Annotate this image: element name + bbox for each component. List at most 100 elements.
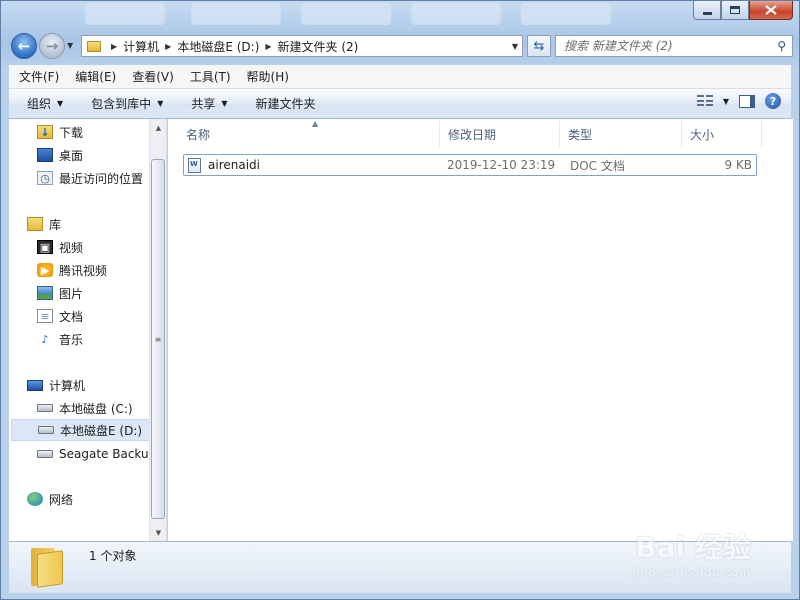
navigation-bar: ← → ▼ ▶ 计算机 ▶ 本地磁盘E (D:) ▶ 新建文件夹 (2) ▼ ⇆… xyxy=(9,31,793,61)
sidebar-item-music[interactable]: ♪ 音乐 xyxy=(37,328,166,350)
sidebar-item-documents[interactable]: ≡ 文档 xyxy=(37,305,166,327)
command-bar: 组织 ▼ 包含到库中 ▼ 共享 ▼ 新建文件夹 ▼ ? xyxy=(9,89,791,119)
watermark-brand: Bai 经验 xyxy=(635,531,751,564)
chevron-right-icon[interactable]: ▶ xyxy=(165,42,171,51)
address-dropdown[interactable]: ▼ xyxy=(508,36,522,56)
navigation-pane: ↓ 下载 桌面 ◷ 最近访问的位置 库 ▣ 视频 ▶ 腾讯视频 图片 ≡ 文档 ♪ 音乐 计… xyxy=(9,119,167,541)
organize-label: 组织 xyxy=(27,97,52,111)
recent-pages-dropdown[interactable]: ▼ xyxy=(67,41,73,50)
search-icon[interactable]: ⚲ xyxy=(777,39,786,53)
recent-places-icon: ◷ xyxy=(37,171,53,185)
chevron-right-icon[interactable]: ▶ xyxy=(111,42,117,51)
help-icon[interactable]: ? xyxy=(765,93,781,109)
minimize-icon xyxy=(702,11,712,15)
file-name: airenaidi xyxy=(208,158,260,172)
word-document-icon xyxy=(188,157,201,173)
file-type: DOC 文档 xyxy=(570,158,625,173)
share-label: 共享 xyxy=(191,97,216,111)
background-window-tab xyxy=(301,3,391,25)
menu-bar: 文件(F) 编辑(E) 查看(V) 工具(T) 帮助(H) xyxy=(9,65,791,89)
share-button[interactable]: 共享 ▼ xyxy=(183,91,237,116)
change-view-icon[interactable] xyxy=(696,95,713,107)
breadcrumb-computer[interactable]: 计算机 xyxy=(123,38,159,55)
file-size: 9 KB xyxy=(724,158,752,172)
sidebar-item-drive-d[interactable]: 本地磁盘E (D:) xyxy=(11,419,151,441)
close-icon xyxy=(765,5,777,15)
forward-button[interactable]: → xyxy=(39,33,65,59)
chevron-down-icon[interactable]: ▼ xyxy=(723,97,729,106)
column-header-size[interactable]: 大小 xyxy=(682,121,762,147)
sidebar-item-recent[interactable]: ◷ 最近访问的位置 xyxy=(37,167,166,189)
minimize-button[interactable] xyxy=(693,1,721,20)
video-library-icon: ▣ xyxy=(37,240,53,254)
download-folder-icon: ↓ xyxy=(37,125,53,139)
preview-pane-icon[interactable] xyxy=(739,94,755,108)
file-name-cell: airenaidi xyxy=(184,157,440,173)
file-date: 2019-12-10 23:19 xyxy=(447,158,556,172)
menu-view[interactable]: 查看(V) xyxy=(124,66,182,87)
sidebar-item-tencent-video[interactable]: ▶ 腾讯视频 xyxy=(37,259,166,281)
column-header-name[interactable]: 名称 xyxy=(178,121,440,147)
background-window-tab xyxy=(521,3,611,25)
arrow-left-icon: ← xyxy=(17,36,31,55)
drive-icon xyxy=(38,426,54,434)
scroll-down-icon[interactable]: ▼ xyxy=(150,524,167,541)
search-box[interactable]: ⚲ xyxy=(555,35,793,57)
new-folder-button[interactable]: 新建文件夹 xyxy=(248,91,326,116)
maximize-icon xyxy=(730,6,740,14)
drive-icon xyxy=(37,450,53,458)
tencent-video-icon: ▶ xyxy=(37,263,53,277)
menu-help[interactable]: 帮助(H) xyxy=(239,66,297,87)
chevron-right-icon[interactable]: ▶ xyxy=(265,42,271,51)
sidebar-item-desktop[interactable]: 桌面 xyxy=(37,144,166,166)
file-row[interactable]: airenaidi 2019-12-10 23:19 DOC 文档 9 KB xyxy=(183,154,757,176)
background-window-tab xyxy=(191,3,281,25)
organize-button[interactable]: 组织 ▼ xyxy=(19,91,73,116)
address-bar[interactable]: ▶ 计算机 ▶ 本地磁盘E (D:) ▶ 新建文件夹 (2) ▼ xyxy=(81,35,523,57)
music-library-icon: ♪ xyxy=(41,332,49,346)
column-header-type[interactable]: 类型 xyxy=(560,121,682,147)
sidebar-item-downloads[interactable]: ↓ 下载 xyxy=(37,121,166,143)
new-folder-label: 新建文件夹 xyxy=(255,97,316,111)
maximize-button[interactable] xyxy=(721,1,749,20)
pictures-library-icon xyxy=(37,286,53,300)
documents-library-icon: ≡ xyxy=(37,309,53,323)
column-header-date[interactable]: 修改日期 xyxy=(440,121,560,147)
refresh-icon: ⇆ xyxy=(533,38,545,54)
watermark: Bai 经验 jingyan.baidu.com xyxy=(632,526,751,579)
sidebar-item-drive-c[interactable]: 本地磁盘 (C:) xyxy=(37,397,166,419)
menu-file[interactable]: 文件(F) xyxy=(11,66,67,87)
sidebar-item-computer[interactable]: 计算机 xyxy=(27,374,166,396)
sidebar-item-network[interactable]: 网络 xyxy=(27,488,166,510)
libraries-icon xyxy=(27,217,43,231)
details-pane: 1 个对象 Bai 经验 jingyan.baidu.com xyxy=(9,531,791,593)
breadcrumb-drive[interactable]: 本地磁盘E (D:) xyxy=(177,38,259,55)
explorer-window: ← → ▼ ▶ 计算机 ▶ 本地磁盘E (D:) ▶ 新建文件夹 (2) ▼ ⇆… xyxy=(0,0,800,600)
item-count: 1 个对象 xyxy=(89,549,137,563)
background-window-tab xyxy=(85,3,165,25)
breadcrumb-folder[interactable]: 新建文件夹 (2) xyxy=(278,38,359,55)
sidebar-item-pictures[interactable]: 图片 xyxy=(37,282,166,304)
sort-ascending-icon: ▲ xyxy=(312,119,319,128)
sidebar-item-videos[interactable]: ▣ 视频 xyxy=(37,236,166,258)
back-button[interactable]: ← xyxy=(11,33,37,59)
scroll-up-icon[interactable]: ▲ xyxy=(150,119,167,136)
close-button[interactable] xyxy=(749,1,793,20)
menu-edit[interactable]: 编辑(E) xyxy=(67,66,124,87)
folder-icon xyxy=(87,40,101,52)
column-headers: ▲ 名称 修改日期 类型 大小 xyxy=(178,119,762,147)
folder-icon xyxy=(31,548,63,588)
menu-tools[interactable]: 工具(T) xyxy=(182,66,239,87)
include-library-label: 包含到库中 xyxy=(91,97,152,111)
chevron-down-icon: ▼ xyxy=(57,99,64,108)
scrollbar-thumb[interactable]: ≡ xyxy=(151,159,165,519)
sidebar-item-seagate[interactable]: Seagate Backup xyxy=(37,443,166,465)
file-list[interactable]: ▲ 名称 修改日期 类型 大小 airenaidi 2019-12-10 23:… xyxy=(168,119,793,541)
desktop-icon xyxy=(37,148,53,162)
include-in-library-button[interactable]: 包含到库中 ▼ xyxy=(83,91,173,116)
refresh-button[interactable]: ⇆ xyxy=(527,35,551,57)
search-input[interactable] xyxy=(564,39,764,53)
background-window-tab xyxy=(411,3,501,25)
nav-pane-scrollbar[interactable]: ▲ ≡ ▼ xyxy=(149,119,166,541)
sidebar-item-libraries[interactable]: 库 xyxy=(27,213,166,235)
